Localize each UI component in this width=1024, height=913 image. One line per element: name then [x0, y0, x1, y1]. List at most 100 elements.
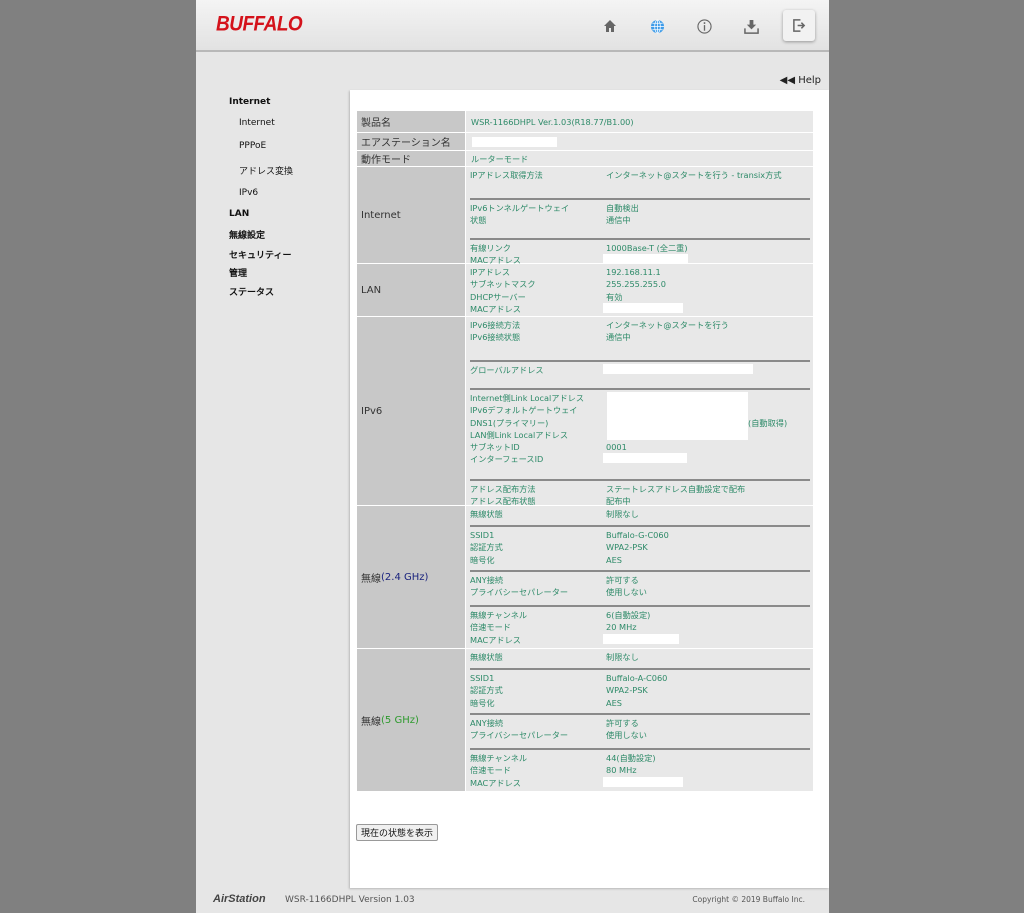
- detail-group: 無線チャンネル 44(自動設定) 倍速モード 80 MHz MACアドレス: [470, 748, 810, 791]
- detail-row: IPv6接続方法 インターネット@スタートを行う: [470, 319, 810, 331]
- detail-row: サブネットID 0001: [470, 441, 810, 453]
- section-label: LAN: [357, 264, 466, 316]
- detail-row: MACアドレス: [470, 633, 810, 646]
- sidebar-item[interactable]: アドレス変換: [239, 164, 293, 177]
- section-name: 無線: [361, 573, 381, 585]
- detail-value: 0001: [606, 442, 627, 453]
- detail-value: 通信中: [606, 332, 631, 343]
- detail-label: IPv6接続状態: [470, 332, 521, 343]
- detail-label: 暗号化: [470, 554, 495, 565]
- detail-label: MACアドレス: [470, 777, 521, 788]
- section-details: IPv6接続方法 インターネット@スタートを行う IPv6接続状態 通信中 グローバルア…: [466, 317, 813, 506]
- detail-row: 無線状態 制限なし: [470, 651, 810, 663]
- info-icon[interactable]: [693, 15, 715, 37]
- redacted-value: [603, 633, 679, 644]
- section-label: 無線 (5 GHz): [357, 649, 466, 791]
- band-label: (5 GHz): [381, 714, 419, 726]
- redacted-value: [603, 453, 687, 464]
- row-label: 製品名: [357, 111, 466, 132]
- section-label: Internet: [357, 167, 466, 263]
- detail-row: 状態 通信中: [470, 214, 810, 226]
- detail-group: ANY接続 許可する プライバシーセパレーター 使用しない: [470, 570, 810, 605]
- table-section: LAN IPアドレス 192.168.11.1 サブネットマスク 255.255.255…: [357, 264, 813, 317]
- header: BUFFALO: [196, 0, 829, 52]
- detail-value: 1000Base-T (全二重): [606, 243, 688, 253]
- section-details: IPアドレス 192.168.11.1 サブネットマスク 255.255.255.0 D…: [466, 264, 813, 316]
- detail-row: サブネットマスク 255.255.255.0: [470, 278, 810, 290]
- table-section: IPv6 IPv6接続方法 インターネット@スタートを行う IPv6接続状態 通信中 グロ…: [357, 317, 813, 506]
- detail-label: SSID1: [470, 530, 495, 540]
- detail-row: IPv6接続状態 通信中: [470, 331, 810, 343]
- download-icon[interactable]: [740, 15, 762, 37]
- detail-label: MACアドレス: [470, 303, 521, 314]
- detail-group: 無線状態 制限なし: [470, 506, 810, 525]
- detail-row: 倍速モード 80 MHz: [470, 764, 810, 776]
- detail-row: IPv6トンネルゲートウェイ 自動検出: [470, 202, 810, 214]
- sidebar-item[interactable]: 管理: [229, 266, 247, 279]
- section-name: LAN: [361, 284, 382, 296]
- detail-value: ステートレスアドレス自動設定で配布: [606, 484, 746, 494]
- detail-label: プライバシーセパレーター: [470, 587, 569, 598]
- detail-row: 無線チャンネル 44(自動設定): [470, 752, 810, 764]
- row-label: 動作モード: [357, 151, 466, 166]
- detail-value: 使用しない: [606, 587, 647, 598]
- row-value: ルーターモード: [466, 151, 813, 166]
- section-details: 無線状態 制限なし SSID1 Buffalo-G-C060 認証方式 WPA2-PSK 暗…: [466, 506, 813, 648]
- detail-value: インターネット@スタートを行う - transix方式: [606, 170, 782, 180]
- globe-icon[interactable]: [646, 15, 668, 37]
- detail-row: 認証方式 WPA2-PSK: [470, 684, 810, 696]
- detail-row: アドレス配布方法 ステートレスアドレス自動設定で配布: [470, 483, 810, 495]
- detail-label: IPv6デフォルトゲートウェイ: [470, 405, 578, 416]
- buffalo-logo[interactable]: BUFFALO: [216, 13, 303, 37]
- detail-row: SSID1 Buffalo-G-C060: [470, 529, 810, 541]
- help-link[interactable]: ◀◀ Help: [780, 75, 821, 86]
- detail-value: 許可する: [606, 575, 639, 585]
- detail-label: 認証方式: [470, 685, 503, 696]
- detail-value: 80 MHz: [606, 765, 637, 776]
- value-text: ルーターモード: [471, 153, 529, 164]
- sidebar-item[interactable]: Internet: [239, 118, 275, 128]
- detail-group: Internet側Link Localアドレス IPv6デフォルトゲートウェイ DN…: [470, 388, 810, 479]
- detail-label: IPアドレス: [470, 267, 511, 277]
- detail-value: 通信中: [606, 215, 631, 226]
- table-section: Internet IPアドレス取得方法 インターネット@スタートを行う - tran…: [357, 167, 813, 265]
- footer: AirStation WSR-1166DHPL Version 1.03 Cop…: [196, 890, 829, 913]
- section-name: Internet: [361, 209, 401, 221]
- redacted-address-block: [607, 392, 748, 440]
- sidebar-item[interactable]: ステータス: [229, 285, 274, 298]
- sidebar-item[interactable]: セキュリティー: [229, 248, 291, 261]
- detail-label: DHCPサーバー: [470, 291, 526, 302]
- detail-label: MACアドレス: [470, 634, 521, 645]
- detail-label: アドレス配布方法: [470, 484, 536, 494]
- detail-label: サブネットマスク: [470, 279, 536, 290]
- section-details: IPアドレス取得方法 インターネット@スタートを行う - transix方式 IPv…: [466, 167, 813, 265]
- sidebar-item[interactable]: 無線設定: [229, 228, 265, 241]
- row-value: WSR-1166DHPL Ver.1.03(R18.77/B1.00): [466, 111, 813, 132]
- sidebar-item[interactable]: LAN: [229, 209, 249, 219]
- copyright: Copyright © 2019 Buffalo Inc.: [692, 895, 805, 904]
- detail-label: IPv6接続方法: [470, 320, 521, 330]
- show-current-status-button[interactable]: 現在の状態を表示: [356, 824, 439, 841]
- detail-row: DHCPサーバー 有効: [470, 291, 810, 303]
- sidebar-item[interactable]: Internet: [229, 97, 270, 107]
- detail-row: 無線状態 制限なし: [470, 508, 810, 520]
- detail-group: SSID1 Buffalo-A-C060 認証方式 WPA2-PSK 暗号化 AES: [470, 668, 810, 713]
- detail-row: IPアドレス 192.168.11.1: [470, 266, 810, 278]
- status-table: 製品名 WSR-1166DHPL Ver.1.03(R18.77/B1.00) エア…: [357, 111, 813, 792]
- logout-button[interactable]: [783, 10, 815, 41]
- table-row: エアステーション名: [357, 133, 813, 151]
- detail-row: プライバシーセパレーター 使用しない: [470, 586, 810, 598]
- home-icon[interactable]: [599, 15, 621, 37]
- band-label: (2.4 GHz): [381, 571, 429, 583]
- redacted-value: [603, 302, 683, 313]
- detail-value: WPA2-PSK: [606, 685, 648, 696]
- detail-row: 無線チャンネル 6(自動設定): [470, 609, 810, 621]
- sidebar-item[interactable]: PPPoE: [239, 141, 266, 151]
- detail-label: 倍速モード: [470, 622, 511, 633]
- detail-row: ANY接続 許可する: [470, 717, 810, 729]
- detail-value: 許可する: [606, 718, 639, 728]
- detail-value: 6(自動設定): [606, 610, 651, 620]
- sidebar-item[interactable]: IPv6: [239, 188, 258, 198]
- detail-label: 認証方式: [470, 542, 503, 553]
- row-label: エアステーション名: [357, 133, 466, 150]
